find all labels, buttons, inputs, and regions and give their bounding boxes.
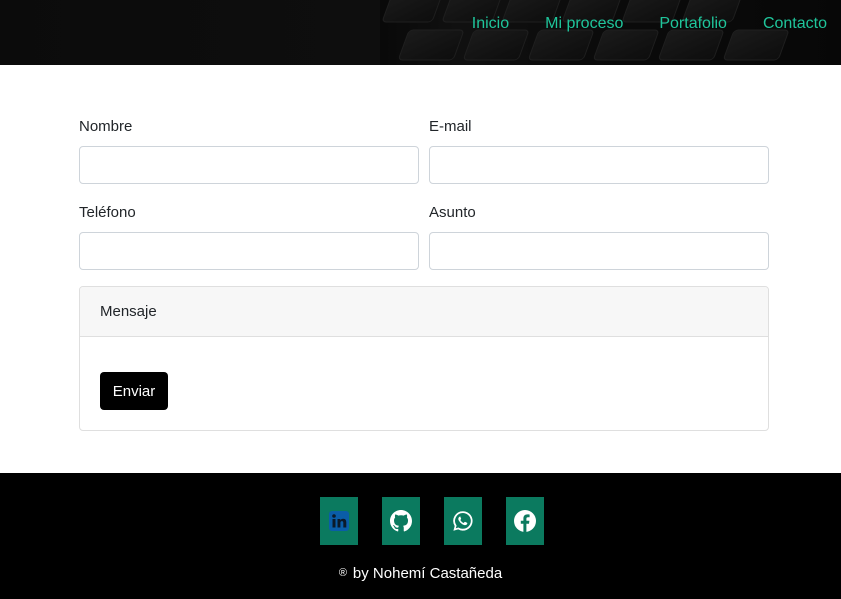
registered-icon: ® — [338, 567, 347, 579]
main-nav: Inicio Mi proceso Portafolio Contacto — [472, 0, 841, 48]
footer-credit: ® by Nohemí Castañeda — [0, 565, 841, 582]
facebook-icon — [514, 510, 536, 532]
facebook-link[interactable] — [506, 497, 544, 545]
nombre-input[interactable] — [79, 146, 419, 184]
linkedin-link[interactable] — [320, 497, 358, 545]
asunto-input[interactable] — [429, 232, 769, 270]
site-footer: ® by Nohemí Castañeda — [0, 473, 841, 599]
telefono-label: Teléfono — [79, 204, 136, 221]
mensaje-header[interactable]: Mensaje — [80, 287, 768, 337]
github-link[interactable] — [382, 497, 420, 545]
whatsapp-icon — [453, 511, 473, 531]
nav-link-mi-proceso[interactable]: Mi proceso — [545, 15, 623, 33]
email-label: E-mail — [429, 118, 472, 135]
nav-link-contacto[interactable]: Contacto — [763, 15, 827, 33]
enviar-button[interactable]: Enviar — [100, 372, 168, 410]
footer-credit-text: by Nohemí Castañeda — [352, 565, 503, 582]
whatsapp-link[interactable] — [444, 497, 482, 545]
nombre-label: Nombre — [79, 118, 133, 135]
linkedin-icon — [329, 511, 349, 531]
telefono-input[interactable] — [79, 232, 419, 270]
asunto-label: Asunto — [429, 204, 476, 221]
site-header: Inicio Mi proceso Portafolio Contacto — [0, 0, 841, 65]
github-icon — [390, 510, 412, 532]
mensaje-label: Mensaje — [100, 303, 157, 320]
email-input[interactable] — [429, 146, 769, 184]
mensaje-card: Mensaje Enviar — [79, 286, 769, 431]
nav-link-inicio[interactable]: Inicio — [472, 15, 509, 33]
nav-link-portafolio[interactable]: Portafolio — [659, 15, 727, 33]
